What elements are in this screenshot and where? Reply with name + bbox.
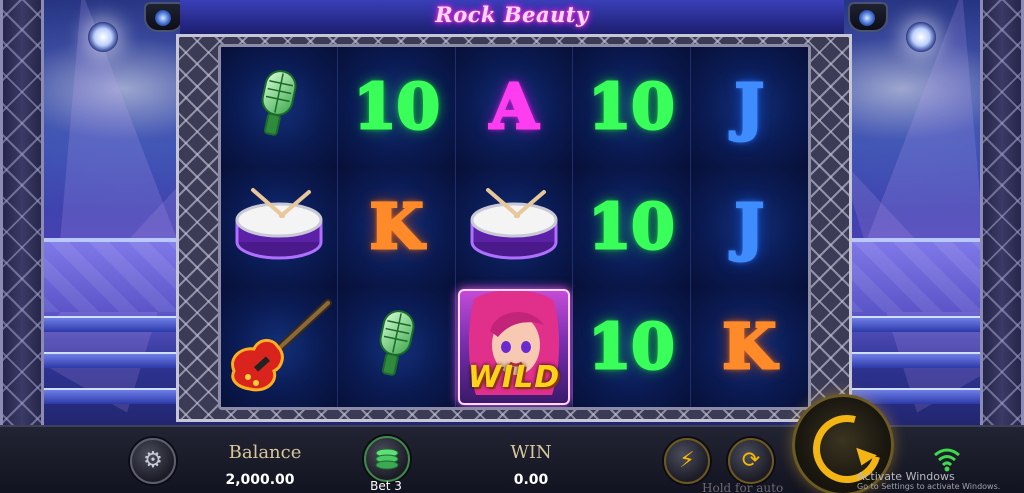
symbol-ten: 10 — [352, 70, 441, 143]
bet-label: Bet 3 — [370, 479, 402, 493]
reel-cell — [455, 167, 574, 287]
stage-step — [40, 388, 180, 404]
autoplay-button[interactable]: ⟳ — [728, 438, 774, 484]
reel-cell — [338, 287, 456, 407]
activate-subtitle: Go to Settings to activate Windows. — [857, 482, 1001, 492]
symbol-ten: 10 — [587, 190, 676, 263]
stage-floor — [40, 238, 180, 312]
spotlight-icon — [88, 22, 118, 52]
stage-step — [40, 352, 180, 368]
balance-value: 2,000.00 — [225, 472, 295, 488]
stage-lamp-icon — [848, 2, 888, 32]
reel-cell: K — [690, 287, 808, 407]
drum-icon — [470, 188, 558, 260]
lightning-icon: ⚡ — [679, 448, 695, 473]
symbol-jack: J — [733, 70, 765, 143]
reel-cell — [221, 47, 339, 167]
balance-label: Balance — [228, 442, 302, 463]
win-label: WIN — [510, 442, 552, 463]
symbol-jack: J — [733, 190, 765, 263]
drum-icon — [235, 188, 323, 260]
guitar-icon — [231, 299, 333, 392]
reel-cell: 10 — [573, 167, 691, 287]
settings-button[interactable]: ⚙ — [130, 438, 176, 484]
bet-button[interactable] — [364, 436, 410, 482]
game-title: Rock Beauty — [435, 2, 589, 27]
symbol-ten: 10 — [587, 310, 676, 383]
wild-label: WILD — [467, 360, 561, 395]
symbol-king: K — [368, 190, 425, 263]
wifi-icon — [934, 448, 960, 472]
title-bar: Rock Beauty — [180, 0, 844, 37]
wild-symbol: WILD — [457, 289, 570, 405]
windows-activation-notice: Activate Windows Go to Settings to activ… — [857, 470, 1001, 492]
reel-grid: 10 A 10 J K 10 J WILD 10 K — [218, 44, 811, 410]
reel-cell: A — [455, 47, 574, 167]
reel-cell: WILD — [455, 287, 574, 407]
symbol-king: K — [721, 310, 778, 383]
stage-step — [40, 316, 180, 332]
symbol-ten: 10 — [587, 70, 676, 143]
reel-cell: J — [690, 167, 808, 287]
reel-cell: 10 — [573, 47, 691, 167]
stage-floor — [844, 238, 982, 312]
reel-cell: J — [690, 47, 808, 167]
microphone-icon — [379, 310, 415, 376]
reel-cell — [221, 287, 339, 407]
microphone-icon — [261, 70, 297, 136]
stage-step — [844, 352, 982, 368]
stage-step — [844, 316, 982, 332]
right-truss — [980, 0, 1024, 493]
stage-lamp-icon — [144, 2, 184, 32]
hold-hint: Hold for auto — [702, 481, 784, 493]
reel-cell: 10 — [338, 47, 456, 167]
gear-icon: ⚙ — [143, 448, 163, 473]
game-stage: Rock Beauty 10 A 10 J K 10 J WILD 10 K ⚙… — [0, 0, 1024, 493]
reel-cell: K — [338, 167, 456, 287]
left-truss — [0, 0, 44, 493]
reel-cell: 10 — [573, 287, 691, 407]
symbol-ace: A — [488, 70, 539, 143]
spotlight-icon — [906, 22, 936, 52]
autoplay-icon: ⟳ — [741, 448, 761, 473]
turbo-button[interactable]: ⚡ — [664, 438, 710, 484]
reel-cell — [221, 167, 339, 287]
win-value: 0.00 — [513, 472, 549, 488]
chip-stack-icon — [375, 448, 399, 470]
